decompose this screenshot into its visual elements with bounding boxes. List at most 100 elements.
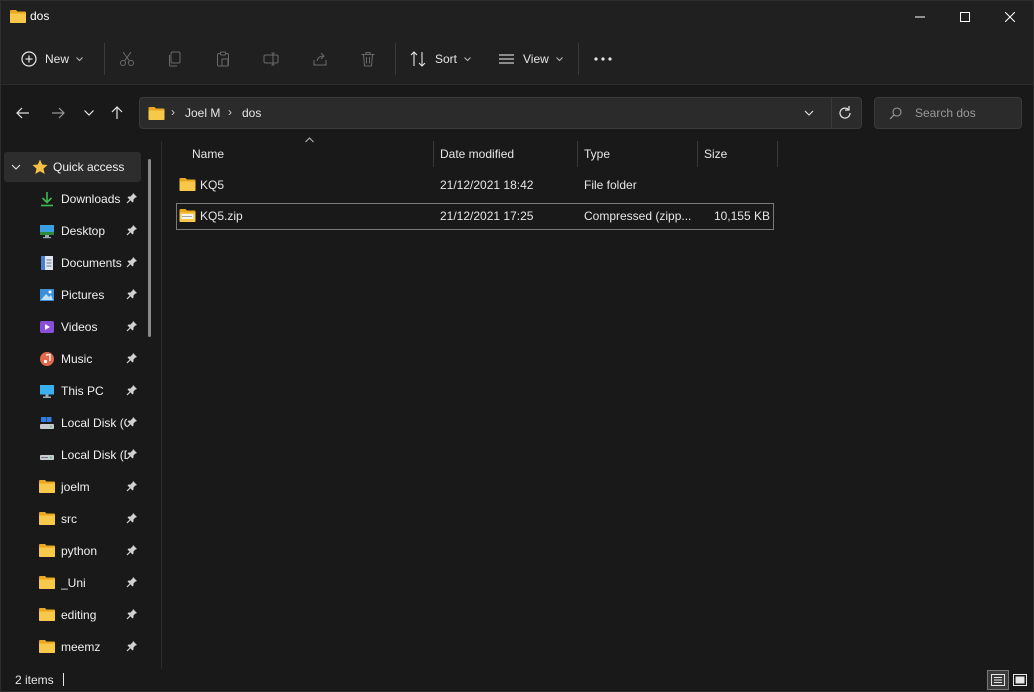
sidebar-item-desktop[interactable]: Desktop bbox=[4, 216, 141, 246]
rename-button[interactable] bbox=[259, 47, 283, 71]
up-button[interactable] bbox=[105, 101, 129, 125]
pictures-icon bbox=[39, 287, 55, 303]
paste-button[interactable] bbox=[211, 47, 235, 71]
refresh-button[interactable] bbox=[837, 105, 853, 124]
sidebar-item-meemz[interactable]: meemz bbox=[4, 632, 141, 662]
search-input[interactable]: Search dos bbox=[915, 106, 976, 120]
recent-locations-button[interactable] bbox=[77, 101, 101, 125]
sidebar-item-music[interactable]: Music bbox=[4, 344, 141, 374]
view-button[interactable]: View bbox=[498, 43, 563, 75]
sidebar-item-label: Music bbox=[61, 352, 93, 366]
title-bar[interactable]: dos bbox=[1, 1, 1033, 33]
copy-icon bbox=[169, 51, 181, 67]
pin-icon[interactable] bbox=[126, 288, 138, 303]
search-icon bbox=[889, 107, 902, 123]
desktop-icon bbox=[39, 223, 55, 239]
minimize-icon bbox=[915, 16, 925, 18]
close-button[interactable] bbox=[987, 1, 1033, 33]
more-dots-icon bbox=[594, 57, 612, 61]
column-divider[interactable] bbox=[777, 141, 778, 167]
delete-button[interactable] bbox=[356, 47, 380, 71]
sidebar-scrollbar[interactable] bbox=[148, 159, 151, 337]
pin-icon[interactable] bbox=[126, 384, 138, 399]
local-disk-c-icon bbox=[39, 415, 55, 431]
file-date-modified: 21/12/2021 17:25 bbox=[440, 209, 534, 223]
file-row[interactable]: KQ5 21/12/2021 18:42 File folder bbox=[176, 172, 774, 199]
sidebar-item-label: python bbox=[61, 544, 98, 558]
sidebar-item-local-disk-d[interactable]: Local Disk (D:) bbox=[4, 440, 141, 470]
pin-icon[interactable] bbox=[126, 608, 138, 623]
sidebar-item-label: This PC bbox=[61, 384, 104, 398]
chevron-down-icon bbox=[555, 56, 563, 61]
pin-icon[interactable] bbox=[126, 416, 138, 431]
copy-button[interactable] bbox=[163, 47, 187, 71]
pin-icon[interactable] bbox=[126, 352, 138, 367]
new-button[interactable]: New bbox=[21, 43, 83, 75]
folder-icon bbox=[39, 639, 55, 655]
sidebar-item-documents[interactable]: Documents bbox=[4, 248, 141, 278]
large-icons-view-button[interactable] bbox=[1009, 670, 1031, 690]
sidebar-item-local-disk-c[interactable]: Local Disk (C:) bbox=[4, 408, 141, 438]
chevron-down-icon[interactable] bbox=[11, 161, 21, 175]
column-header-type[interactable]: Type bbox=[584, 147, 610, 173]
status-bar: 2 items bbox=[1, 669, 1033, 691]
search-box[interactable]: Search dos bbox=[874, 97, 1022, 129]
share-button[interactable] bbox=[308, 47, 332, 71]
column-header-date-modified[interactable]: Date modified bbox=[440, 147, 514, 173]
arrow-right-icon bbox=[52, 107, 65, 119]
sidebar-item-python[interactable]: python bbox=[4, 536, 141, 566]
details-view-button[interactable] bbox=[987, 670, 1009, 690]
breadcrumb-dos[interactable]: dos bbox=[242, 106, 261, 120]
sidebar-item-videos[interactable]: Videos bbox=[4, 312, 141, 342]
file-row[interactable]: KQ5.zip 21/12/2021 17:25 Compressed (zip… bbox=[176, 203, 774, 230]
address-bar[interactable]: › Joel M › dos bbox=[139, 97, 862, 129]
chevron-right-icon[interactable]: › bbox=[228, 105, 232, 119]
sidebar-item-label: Documents bbox=[61, 256, 122, 270]
forward-button[interactable] bbox=[46, 101, 70, 125]
pin-icon[interactable] bbox=[126, 544, 138, 559]
sidebar-item-uni[interactable]: _Uni bbox=[4, 568, 141, 598]
file-type: Compressed (zipp... bbox=[584, 209, 692, 223]
sidebar-item-pictures[interactable]: Pictures bbox=[4, 280, 141, 310]
minimize-button[interactable] bbox=[897, 1, 943, 33]
plus-circle-icon bbox=[21, 51, 37, 67]
pin-icon[interactable] bbox=[126, 192, 138, 207]
sidebar-item-quick-access[interactable]: Quick access bbox=[4, 152, 141, 182]
sort-button[interactable]: Sort bbox=[410, 43, 471, 75]
sidebar-item-this-pc[interactable]: This PC bbox=[4, 376, 141, 406]
clipboard-icon bbox=[217, 51, 229, 67]
downloads-icon bbox=[39, 191, 55, 207]
pin-icon[interactable] bbox=[126, 448, 138, 463]
column-header-size[interactable]: Size bbox=[704, 147, 727, 173]
cut-button[interactable] bbox=[115, 47, 139, 71]
sidebar-item-joelm[interactable]: joelm bbox=[4, 472, 141, 502]
column-divider[interactable] bbox=[577, 141, 578, 167]
sidebar-item-label: Downloads bbox=[61, 192, 121, 206]
sidebar-item-src[interactable]: src bbox=[4, 504, 141, 534]
pin-icon[interactable] bbox=[126, 224, 138, 239]
file-type: File folder bbox=[584, 178, 637, 192]
trash-icon bbox=[361, 52, 375, 67]
sidebar-item-editing[interactable]: editing bbox=[4, 600, 141, 630]
new-label: New bbox=[45, 52, 70, 66]
back-button[interactable] bbox=[11, 101, 35, 125]
address-history-dropdown[interactable] bbox=[804, 106, 814, 123]
view-lines-icon bbox=[499, 54, 514, 64]
maximize-button[interactable] bbox=[942, 1, 988, 33]
chevron-right-icon[interactable]: › bbox=[171, 105, 175, 119]
pin-icon[interactable] bbox=[126, 256, 138, 271]
rename-icon bbox=[263, 52, 279, 66]
more-options-button[interactable] bbox=[591, 47, 615, 71]
column-divider[interactable] bbox=[697, 141, 698, 167]
pane-divider[interactable] bbox=[161, 141, 162, 669]
pin-icon[interactable] bbox=[126, 576, 138, 591]
pin-icon[interactable] bbox=[126, 512, 138, 527]
breadcrumb-joel-m[interactable]: Joel M bbox=[185, 106, 220, 120]
pin-icon[interactable] bbox=[126, 640, 138, 655]
pin-icon[interactable] bbox=[126, 320, 138, 335]
sidebar-item-downloads[interactable]: Downloads bbox=[4, 184, 141, 214]
column-divider[interactable] bbox=[433, 141, 434, 167]
column-header-name[interactable]: Name bbox=[192, 147, 224, 173]
pin-icon[interactable] bbox=[126, 480, 138, 495]
close-icon bbox=[1005, 12, 1015, 22]
